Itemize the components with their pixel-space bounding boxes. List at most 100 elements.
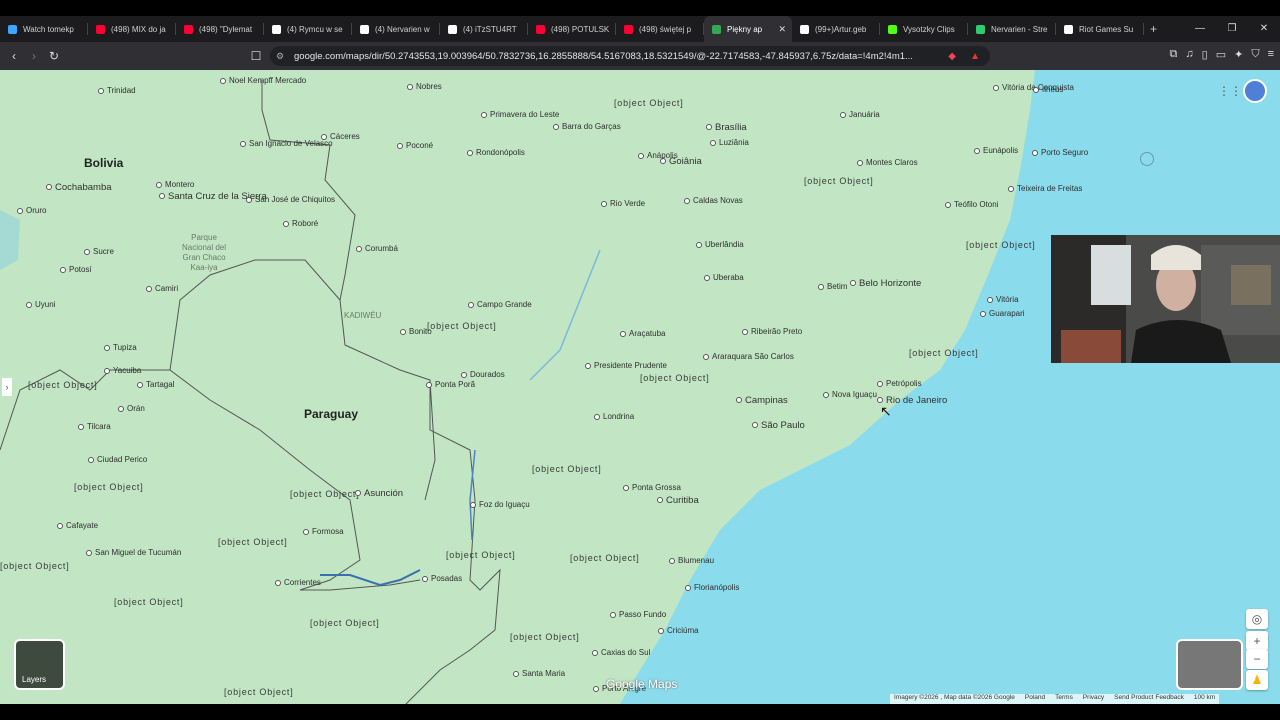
x-icon <box>360 24 369 34</box>
place-label: Passo Fundo <box>610 610 666 619</box>
place-label-text: Orán <box>127 404 145 413</box>
browser-tab[interactable]: (99+)Artur.geb <box>792 16 880 42</box>
reload-icon[interactable]: ↻ <box>44 49 64 63</box>
place-label-text: Vitória <box>996 295 1019 304</box>
place-label-text: Dourados <box>470 370 505 379</box>
place-label-text: Montes Claros <box>866 158 918 167</box>
place-label: Camiri <box>146 284 178 293</box>
browser-tab[interactable]: (498) POTULSK <box>528 16 616 42</box>
browser-tab[interactable]: Riot Games Su <box>1056 16 1144 42</box>
place-label: Vitória <box>987 295 1019 304</box>
place-label: Poconé <box>397 141 433 150</box>
place-label-text: Ciudad Perico <box>97 455 148 464</box>
browser-tab[interactable]: Nervarien - Stre <box>968 16 1056 42</box>
state-label: [object Object] <box>966 240 1036 250</box>
zoom-in-button[interactable]: + <box>1246 631 1268 651</box>
city-label-text: Campinas <box>745 395 788 406</box>
state-label: [object Object] <box>28 380 98 390</box>
place-label: Cafayate <box>57 521 98 530</box>
minimize-icon[interactable]: — <box>1184 16 1216 42</box>
place-label: Montero <box>156 180 194 189</box>
browser-tab[interactable]: Vysotzky Clips <box>880 16 968 42</box>
place-label-text: Criciúma <box>667 626 699 635</box>
toolbar: ‹ › ↻ ☐ ⚙ google.com/maps/dir/50.2743553… <box>0 42 1280 70</box>
state-label: [object Object] <box>0 561 70 571</box>
place-label: Campo Grande <box>468 300 532 309</box>
sidebar-icon[interactable]: ▯ <box>1202 48 1208 61</box>
browser-tab[interactable]: Piękny ap ✕ <box>704 16 792 42</box>
bookmark-icon[interactable]: ☐ <box>246 49 266 63</box>
tab-title: (498) MIX do ja <box>111 24 166 34</box>
city-label-text: Rio de Janeiro <box>886 395 948 406</box>
place-label-text: Corumbá <box>365 244 398 253</box>
place-label-text: Yacuiba <box>113 366 142 375</box>
place-label: Tilcara <box>78 422 111 431</box>
place-label: Uyuni <box>26 300 55 309</box>
leo-icon[interactable]: ✦ <box>1234 48 1243 61</box>
place-label-text: Potosí <box>69 265 92 274</box>
footer-link[interactable]: Send Product Feedback <box>1114 694 1184 704</box>
new-tab-icon[interactable]: + <box>1150 22 1157 36</box>
site-info-icon[interactable]: ⚙ <box>276 51 284 62</box>
place-label: Nobres <box>407 82 442 91</box>
place-label-text: Poconé <box>406 141 434 150</box>
vpn-icon[interactable]: ⛉ <box>1251 48 1259 61</box>
layers-button[interactable]: Layers <box>14 639 65 690</box>
place-label-text: Trinidad <box>107 86 136 95</box>
place-label: Roboré <box>283 219 318 228</box>
my-location-icon[interactable]: ◎ <box>1246 609 1268 629</box>
close-window-icon[interactable]: ✕ <box>1248 16 1280 42</box>
browser-tab[interactable]: (4) iTzSTU4RT <box>440 16 528 42</box>
rewards-icon[interactable]: ▲ <box>970 51 980 62</box>
state-label: [object Object] <box>74 482 144 492</box>
place-label-text: Betim <box>827 282 848 291</box>
place-label: Ciudad Perico <box>88 455 147 464</box>
maximize-icon[interactable]: ❐ <box>1216 16 1248 42</box>
forward-icon[interactable]: › <box>24 49 44 63</box>
map-canvas[interactable]: Bolivia Paraguay [object Object] [object Ob… <box>0 70 1280 704</box>
browser-tab[interactable]: Watch tomekp <box>0 16 88 42</box>
street-view-thumbnail[interactable] <box>1176 639 1243 690</box>
place-label-text: Roboré <box>292 219 319 228</box>
place-label-text: Ponta Porã <box>435 380 476 389</box>
place-label-text: Teixeira de Freitas <box>1017 184 1083 193</box>
place-label-text: Araraquara São Carlos <box>712 352 794 361</box>
back-icon[interactable]: ‹ <box>4 49 24 63</box>
browser-tab[interactable]: (498) "Dylemat <box>176 16 264 42</box>
city-label: Asunción <box>355 488 403 499</box>
browser-tab[interactable]: (4) Nervarien w <box>352 16 440 42</box>
city-label: São Paulo <box>752 420 805 431</box>
place-label-text: Nobres <box>416 82 442 91</box>
footer-link[interactable]: Poland <box>1025 694 1045 704</box>
pegman-icon[interactable]: ♟ <box>1246 670 1268 690</box>
browser-tab[interactable]: (498) świętej p <box>616 16 704 42</box>
browser-tab[interactable]: (4) Rymcu w se <box>264 16 352 42</box>
footer-link[interactable]: Terms <box>1055 694 1073 704</box>
expand-panel-icon[interactable]: › <box>2 378 12 396</box>
media-icon[interactable]: ♫ <box>1185 48 1193 61</box>
x-icon <box>448 24 457 34</box>
zoom-out-button[interactable]: − <box>1246 649 1268 669</box>
extensions-icon[interactable]: ⧉ <box>1170 48 1178 61</box>
address-bar[interactable]: ⚙ google.com/maps/dir/50.2743553,19.0039… <box>270 46 990 66</box>
wallet-icon[interactable]: ▭ <box>1216 48 1226 61</box>
bottom-bar <box>0 704 1280 720</box>
place-label: Dourados <box>461 370 505 379</box>
kick-icon <box>888 24 897 34</box>
place-label: Caxias do Sul <box>592 648 650 657</box>
place-label-text: Londrina <box>603 412 635 421</box>
apps-grid-icon[interactable]: ⋮⋮ <box>1218 84 1242 98</box>
url-text: google.com/maps/dir/50.2743553,19.003964… <box>294 50 913 62</box>
country-label: Bolivia <box>84 156 124 170</box>
browser-tab[interactable]: (498) MIX do ja <box>88 16 176 42</box>
footer-link[interactable]: Privacy <box>1083 694 1104 704</box>
place-label: Yacuiba <box>104 366 141 375</box>
menu-icon[interactable]: ≡ <box>1268 48 1274 61</box>
state-label: [object Object] <box>446 550 516 560</box>
place-label: Nova Iguaçu <box>823 390 877 399</box>
close-tab-icon[interactable]: ✕ <box>778 24 786 35</box>
brave-shield-icon[interactable]: ◆ <box>948 51 956 62</box>
place-label-text: Montero <box>165 180 195 189</box>
account-avatar[interactable] <box>1243 79 1267 103</box>
place-label-text: Rondonópolis <box>476 148 525 157</box>
